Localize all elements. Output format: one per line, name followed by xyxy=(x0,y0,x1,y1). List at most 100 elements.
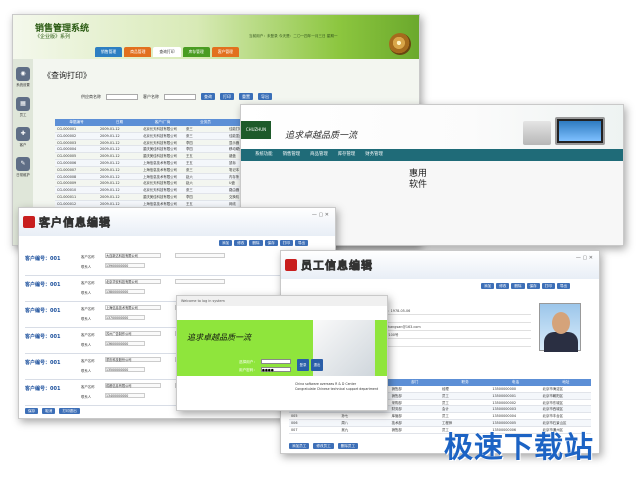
table-cell: 销售部 xyxy=(391,427,402,432)
customer-phone-field[interactable]: 13400000000 xyxy=(105,393,145,398)
customer-footer-button-0[interactable]: 保存 xyxy=(25,408,39,414)
password-input[interactable]: ●●●● xyxy=(261,367,291,372)
customer-phone-field[interactable]: 13700000000 xyxy=(105,315,145,320)
splash-nav-item-4[interactable]: 财务管理 xyxy=(365,149,383,161)
customer-phone-field[interactable]: 13900000000 xyxy=(105,263,145,268)
tab-1[interactable]: 商品管理 xyxy=(124,47,152,57)
table-cell: 2009-01-12 xyxy=(100,181,120,186)
customer-id: 客户编号：001 xyxy=(25,360,61,366)
column-header-4: 电话 xyxy=(511,380,520,384)
table-cell: 员工 xyxy=(441,400,449,405)
exit-button[interactable]: 退出 xyxy=(311,359,323,371)
customer-extra-field[interactable] xyxy=(175,253,225,258)
splash-nav-item-3[interactable]: 库存管理 xyxy=(338,149,356,161)
tab-0[interactable]: 销售管理 xyxy=(95,47,123,57)
customer-company-label: 客户名称 xyxy=(81,333,95,337)
table-cell: 张三 xyxy=(186,167,193,172)
sidebar-button-0[interactable]: ◉ xyxy=(16,67,30,81)
column-header-2: 部门 xyxy=(411,380,419,384)
splash-nav-item-0[interactable]: 系统功能 xyxy=(255,149,273,161)
customer-phone-field[interactable]: 13800000000 xyxy=(105,289,145,294)
employee-toolbar-button-1[interactable]: 修改 xyxy=(496,283,510,289)
table-cell: CG-000007 xyxy=(57,167,77,172)
customer-toolbar-button-2[interactable]: 删除 xyxy=(249,240,263,246)
table-cell: 北京长天科技有限公司 xyxy=(143,188,177,193)
table-cell: 重庆美佳科技有限公司 xyxy=(143,194,177,199)
window-controls-icon[interactable]: — ▢ ✕ xyxy=(312,212,329,218)
customer-company-label: 客户名称 xyxy=(81,281,95,285)
sidebar-button-2[interactable]: ✚ xyxy=(16,127,30,141)
customer-company-field[interactable]: 上海信息技术有限公司 xyxy=(105,305,161,310)
customer-company-field[interactable]: 重庆科技股份公司 xyxy=(105,357,161,362)
tab-4[interactable]: 客户管理 xyxy=(211,47,239,57)
table-cell: CG-000012 xyxy=(57,201,77,206)
employee-footer-button-1[interactable]: 修改员工 xyxy=(313,443,334,449)
table-cell: 2009-01-12 xyxy=(100,188,120,193)
print-button[interactable]: 打印 xyxy=(220,93,234,100)
table-cell: 张三 xyxy=(186,133,193,138)
customer-toolbar-button-1[interactable]: 修改 xyxy=(234,240,248,246)
query-button[interactable]: 查询 xyxy=(201,93,215,100)
sidebar-label-0: 系统设置 xyxy=(16,83,30,87)
printer-icon xyxy=(523,121,551,145)
snail-logo-icon xyxy=(389,33,411,55)
customer-contact-label: 联系人 xyxy=(81,343,92,347)
table-row[interactable]: 005 孙七 库管部 员工 13500000004 北京市丰台区 xyxy=(289,413,591,420)
table-cell: CG-000006 xyxy=(57,160,77,165)
column-header-5: 地址 xyxy=(562,380,570,384)
customer-toolbar-button-3[interactable]: 保存 xyxy=(264,240,278,246)
reset-button[interactable]: 重置 xyxy=(239,93,253,100)
customer-company-field[interactable]: 成都信息有限公司 xyxy=(105,383,161,388)
customer-phone-field[interactable]: 13500000000 xyxy=(105,367,145,372)
customer-toolbar-button-0[interactable]: 添加 xyxy=(219,240,233,246)
customer-company-label: 客户名称 xyxy=(81,385,95,389)
login-button[interactable]: 登录 xyxy=(297,359,309,371)
table-cell: 2009-01-12 xyxy=(100,140,120,145)
customer-toolbar-button-5[interactable]: 导出 xyxy=(294,240,309,246)
employee-toolbar-button-0[interactable]: 添加 xyxy=(481,283,495,289)
employee-footer-button-2[interactable]: 删除员工 xyxy=(337,443,359,449)
table-cell: 上海信息技术有限公司 xyxy=(143,167,177,172)
table-cell: 重庆美佳科技有限公司 xyxy=(143,147,177,152)
customer-footer-button-2[interactable]: 打印退出 xyxy=(59,408,80,414)
table-cell: 13500000004 xyxy=(492,414,517,419)
customer-extra-field[interactable] xyxy=(175,279,225,284)
employee-toolbar-button-5[interactable]: 导出 xyxy=(556,283,571,289)
table-cell: 技术部 xyxy=(391,420,402,425)
customer-select[interactable] xyxy=(164,93,196,100)
table-cell: 上海信息技术有限公司 xyxy=(143,174,177,179)
tab-3[interactable]: 库存管理 xyxy=(182,47,210,57)
customer-company-field[interactable]: 苏州广告制作公司 xyxy=(105,331,161,336)
table-cell: 周八 xyxy=(341,420,349,425)
table-cell: 员工 xyxy=(441,414,449,419)
customer-toolbar-button-4[interactable]: 打印 xyxy=(279,240,293,246)
table-cell: 北京市朝阳区 xyxy=(542,393,563,398)
customer-company-field[interactable]: 大连新达科技有限公司 xyxy=(105,253,161,258)
table-cell: 王五 xyxy=(186,160,193,165)
sidebar-button-3[interactable]: ✎ xyxy=(16,157,30,171)
column-header-1: 日期 xyxy=(115,120,124,124)
splash-nav-item-1[interactable]: 销售管理 xyxy=(283,149,301,161)
window-controls-icon[interactable]: — ▢ ✕ xyxy=(576,255,593,261)
supplier-select[interactable] xyxy=(106,93,138,100)
employee-toolbar-button-4[interactable]: 打印 xyxy=(541,283,555,289)
export-button[interactable]: 导出 xyxy=(258,93,272,100)
table-cell: 会计 xyxy=(441,407,449,412)
customer-footer-button-1[interactable]: 取消 xyxy=(42,408,56,414)
filter-bar: 供应商名称 客户名称 查询 打印 重置 导出 xyxy=(81,93,272,100)
employee-toolbar-button-2[interactable]: 删除 xyxy=(511,283,525,289)
employee-toolbar-button-3[interactable]: 保存 xyxy=(526,283,540,289)
splash-nav-item-2[interactable]: 商品管理 xyxy=(310,149,328,161)
table-cell: 重庆美佳科技有限公司 xyxy=(143,154,177,159)
table-cell: 上海信息技术有限公司 xyxy=(143,160,177,165)
customer-phone-field[interactable]: 13600000000 xyxy=(105,341,145,346)
table-cell: 005 xyxy=(291,414,298,419)
table-cell: 销售部 xyxy=(391,387,402,391)
customer-id: 客户编号：001 xyxy=(25,334,61,340)
tab-2[interactable]: 查询打印 xyxy=(153,47,181,57)
customer-company-field[interactable]: 北京华安科技有限公司 xyxy=(105,279,161,284)
user-select[interactable] xyxy=(261,359,291,364)
customer-company-label: 客户名称 xyxy=(81,307,95,311)
sidebar-button-1[interactable]: ▦ xyxy=(16,97,30,111)
employee-footer-button-0[interactable]: 添加员工 xyxy=(289,443,310,449)
